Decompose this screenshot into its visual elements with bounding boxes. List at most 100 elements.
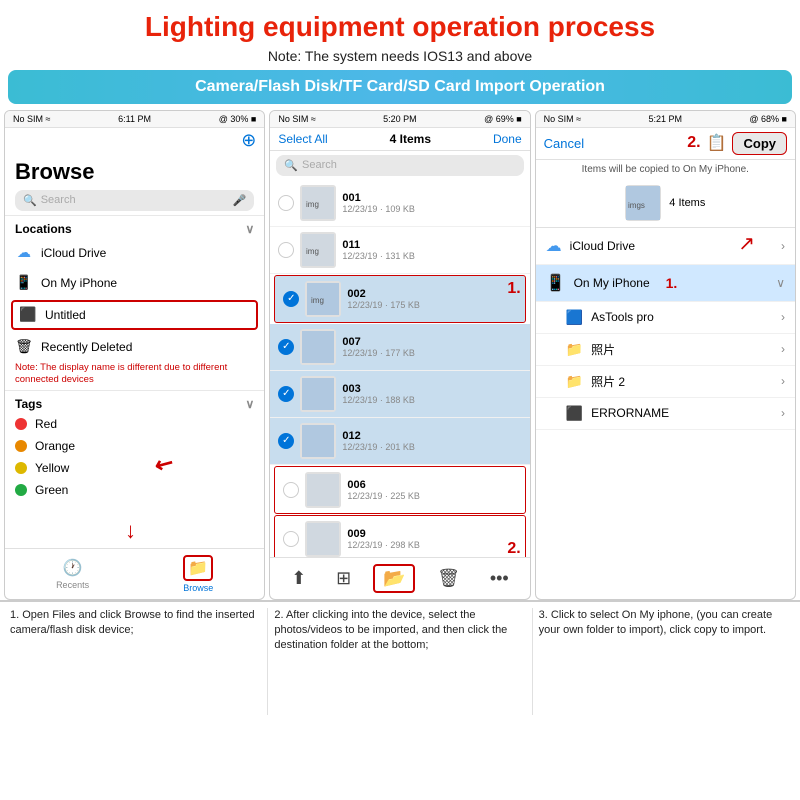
astools-icon: 🟦 (566, 309, 583, 326)
desc-1: 1. Open Files and click Browse to find t… (4, 608, 268, 715)
thumb-012 (300, 423, 336, 459)
copy-note: Items will be copied to On My iPhone. (536, 160, 795, 179)
filedate-006: 12/23/19 · 225 KB (347, 491, 516, 501)
filename-007: 007 (342, 336, 521, 348)
file-item-012[interactable]: ✓ 012 12/23/19 · 201 KB (270, 418, 529, 465)
search-bar-2[interactable]: 🔍 Search (276, 155, 523, 176)
screen3: No SIM ≈ 5:21 PM @ 68% ■ Cancel 2. 📋 Cop… (535, 110, 796, 600)
tags-chevron-icon: ∨ (246, 397, 255, 411)
sub-astools[interactable]: 🟦 AsTools pro › (536, 302, 795, 334)
errorname-chevron-icon: › (781, 406, 785, 420)
fileinfo-002: 002 12/23/19 · 175 KB (347, 288, 516, 310)
search-placeholder-2: Search (302, 159, 337, 171)
annotation-2-screen2: 2. (507, 540, 520, 557)
astools-chevron-icon: › (781, 310, 785, 324)
location-untitled[interactable]: ⬛ Untitled (11, 300, 258, 330)
cancel-btn[interactable]: Cancel (544, 136, 584, 151)
svg-text:imgs: imgs (628, 201, 645, 210)
tags-section-label: Tags ∨ (5, 390, 264, 413)
photo1-chevron-icon: › (781, 342, 785, 356)
location-deleted[interactable]: 🗑 Recently Deleted (5, 332, 264, 362)
screen2-header: Select All 4 Items Done (270, 128, 529, 151)
edit-icon[interactable]: ⊕ (241, 130, 256, 151)
screen3-header: Cancel 2. 📋 Copy (536, 128, 795, 160)
loc-oniphone[interactable]: 📱 On My iPhone 1. ∨ (536, 265, 795, 302)
file-item-002[interactable]: ✓ img 002 12/23/19 · 175 KB 1. (274, 275, 525, 323)
items-preview: imgs 4 Items (536, 179, 795, 228)
fileinfo-009: 009 12/23/19 · 298 KB (347, 528, 516, 550)
icloud-chevron-icon: › (781, 239, 785, 253)
tag-orange: Orange (15, 435, 254, 457)
sub-errorname[interactable]: ⬛ ERRORNAME › (536, 398, 795, 430)
browse-btn[interactable]: 📁 Browse (183, 555, 213, 593)
copy-icon-btn[interactable]: 📋 (707, 133, 727, 153)
checkbox-006[interactable] (283, 482, 299, 498)
more-toolbar-icon[interactable]: ••• (482, 566, 517, 591)
recents-icon: 🕐 (63, 558, 83, 578)
fileinfo-011: 011 12/23/19 · 131 KB (342, 239, 521, 261)
checkbox-012[interactable]: ✓ (278, 433, 294, 449)
search-bar-1[interactable]: 🔍 Search 🎤 (15, 190, 254, 211)
orange-dot (15, 440, 27, 452)
fileinfo-007: 007 12/23/19 · 177 KB (342, 336, 521, 358)
recents-label: Recents (56, 580, 89, 590)
filename-012: 012 (342, 430, 521, 442)
loc-icloud[interactable]: ☁ iCloud Drive › (536, 228, 795, 265)
checkbox-002[interactable]: ✓ (283, 291, 299, 307)
filedate-011: 12/23/19 · 131 KB (342, 251, 521, 261)
folder-toolbar-icon[interactable]: 📂 (373, 564, 415, 593)
sub-photo1[interactable]: 📁 照片 › (536, 334, 795, 366)
thumb-003 (300, 376, 336, 412)
search-icon-2: 🔍 (284, 159, 298, 172)
thumb-006 (305, 472, 341, 508)
tags-list: Red Orange Yellow Green (5, 413, 264, 501)
tag-yellow-label: Yellow (35, 461, 69, 475)
deleted-note: Note: The display name is different due … (5, 362, 264, 391)
location-iphone[interactable]: 📱 On My iPhone (5, 268, 264, 298)
copy-toolbar-icon[interactable]: ⊞ (328, 566, 359, 591)
svg-text:img: img (306, 247, 319, 256)
tag-green: Green (15, 479, 254, 501)
file-item-011[interactable]: img 011 12/23/19 · 131 KB (270, 227, 529, 274)
svg-text:img: img (306, 200, 319, 209)
file-item-007[interactable]: ✓ 007 12/23/19 · 177 KB (270, 324, 529, 371)
screen3-right: 2. 📋 Copy (687, 132, 787, 155)
browse-header: Browse 🔍 Search 🎤 (5, 153, 264, 215)
checkbox-001[interactable] (278, 195, 294, 211)
sub-errorname-name: ERRORNAME (591, 406, 669, 420)
phone-icon-s3: 📱 (546, 273, 566, 293)
sub-photo2[interactable]: 📁 照片 2 › (536, 366, 795, 398)
file-item-006[interactable]: 006 12/23/19 · 225 KB (274, 466, 525, 514)
file-item-009[interactable]: 009 12/23/19 · 298 KB 2. (274, 515, 525, 557)
search-icon-1: 🔍 (23, 194, 37, 207)
screen2-toolbar: ⬆ ⊞ 📂 🗑 ••• (270, 557, 529, 599)
thumb-009 (305, 521, 341, 557)
file-item-003[interactable]: ✓ 003 12/23/19 · 188 KB (270, 371, 529, 418)
file-item-001[interactable]: img 001 12/23/19 · 109 KB (270, 180, 529, 227)
fileinfo-003: 003 12/23/19 · 188 KB (342, 383, 521, 405)
filename-006: 006 (347, 479, 516, 491)
status-right-3: @ 68% ■ (749, 114, 787, 124)
photo1-folder-icon: 📁 (566, 341, 583, 358)
share-icon[interactable]: ⬆ (283, 566, 314, 591)
checkbox-003[interactable]: ✓ (278, 386, 294, 402)
cloud-icon-s3: ☁ (546, 236, 562, 256)
checkbox-009[interactable] (283, 531, 299, 547)
recents-btn[interactable]: 🕐 Recents (56, 558, 89, 590)
copy-button[interactable]: Copy (732, 132, 787, 155)
status-bar-3: No SIM ≈ 5:21 PM @ 68% ■ (536, 111, 795, 128)
screen1: No SIM ≈ 6:11 PM @ 30% ■ ⊕ Browse 🔍 Sear… (4, 110, 265, 600)
checkbox-007[interactable]: ✓ (278, 339, 294, 355)
page-subtitle: Note: The system needs IOS13 and above (0, 46, 800, 70)
delete-toolbar-icon[interactable]: 🗑 (429, 566, 468, 591)
filename-001: 001 (342, 192, 521, 204)
location-untitled-label: Untitled (45, 308, 86, 322)
select-all-btn[interactable]: Select All (278, 132, 327, 146)
svg-text:img: img (311, 296, 324, 305)
done-btn[interactable]: Done (493, 132, 522, 146)
filedate-001: 12/23/19 · 109 KB (342, 204, 521, 214)
filedate-009: 12/23/19 · 298 KB (347, 540, 516, 550)
location-icloud[interactable]: ☁ iCloud Drive (5, 238, 264, 268)
annotation-1-screen3: 1. (666, 275, 678, 291)
checkbox-011[interactable] (278, 242, 294, 258)
